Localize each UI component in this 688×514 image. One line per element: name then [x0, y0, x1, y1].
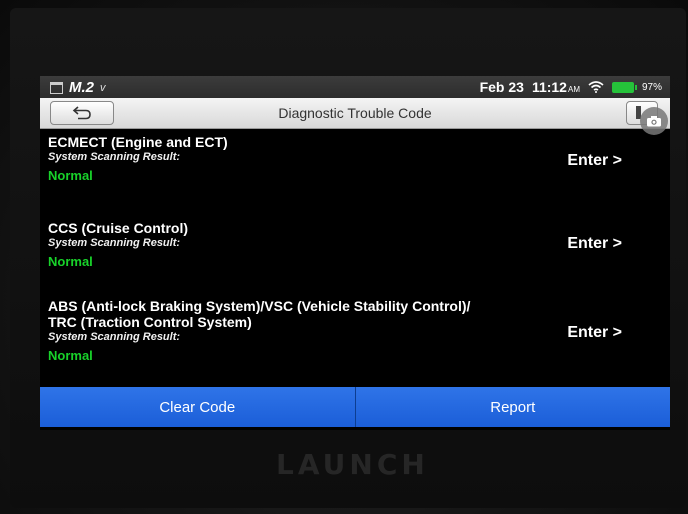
- enter-button-ccs[interactable]: Enter >: [567, 235, 622, 253]
- system-item-ecmect[interactable]: ECMECT (Engine and ECT) System Scanning …: [40, 130, 670, 208]
- system-item-abs-vsc-trc[interactable]: ABS (Anti-lock Braking System)/VSC (Vehi…: [40, 284, 670, 378]
- status-date: Feb 23: [479, 79, 524, 95]
- status-ampm: AM: [567, 85, 580, 94]
- title-bar: Diagnostic Trouble Code: [40, 98, 670, 129]
- app-brand: M.2: [69, 79, 95, 96]
- enter-button-ecmect[interactable]: Enter >: [567, 152, 622, 170]
- system-name: CCS (Cruise Control): [48, 220, 188, 236]
- status-left: M.2 v: [50, 79, 106, 96]
- battery-icon: [611, 81, 637, 93]
- system-status: Normal: [48, 348, 93, 363]
- battery-percent: 97%: [641, 81, 662, 93]
- status-time: 11:12: [531, 79, 567, 95]
- status-clock: 11:12AM: [532, 79, 580, 95]
- system-list: ECMECT (Engine and ECT) System Scanning …: [40, 130, 670, 378]
- action-bar: Clear Code Report: [40, 387, 670, 427]
- system-name: ABS (Anti-lock Braking System)/VSC (Vehi…: [48, 298, 471, 314]
- app-brand-suffix: v: [100, 81, 106, 94]
- status-bar: M.2 v Feb 23 11:12AM 97%: [40, 76, 670, 98]
- status-right: Feb 23 11:12AM 97%: [480, 79, 662, 95]
- camera-icon: [647, 116, 661, 127]
- calendar-icon: [50, 81, 63, 94]
- enter-button-abs[interactable]: Enter >: [567, 324, 622, 342]
- system-item-ccs[interactable]: CCS (Cruise Control) System Scanning Res…: [40, 208, 670, 284]
- device-logo: LAUNCH: [276, 448, 429, 481]
- wifi-icon: [588, 81, 604, 93]
- report-button[interactable]: Report: [356, 387, 671, 427]
- clear-code-button[interactable]: Clear Code: [40, 387, 356, 427]
- system-name: ECMECT (Engine and ECT): [48, 134, 228, 150]
- system-status: Normal: [48, 254, 93, 269]
- system-status: Normal: [48, 168, 93, 183]
- page-title: Diagnostic Trouble Code: [278, 105, 432, 121]
- device-screen: M.2 v Feb 23 11:12AM 97% Diagnostic Trou…: [40, 76, 670, 430]
